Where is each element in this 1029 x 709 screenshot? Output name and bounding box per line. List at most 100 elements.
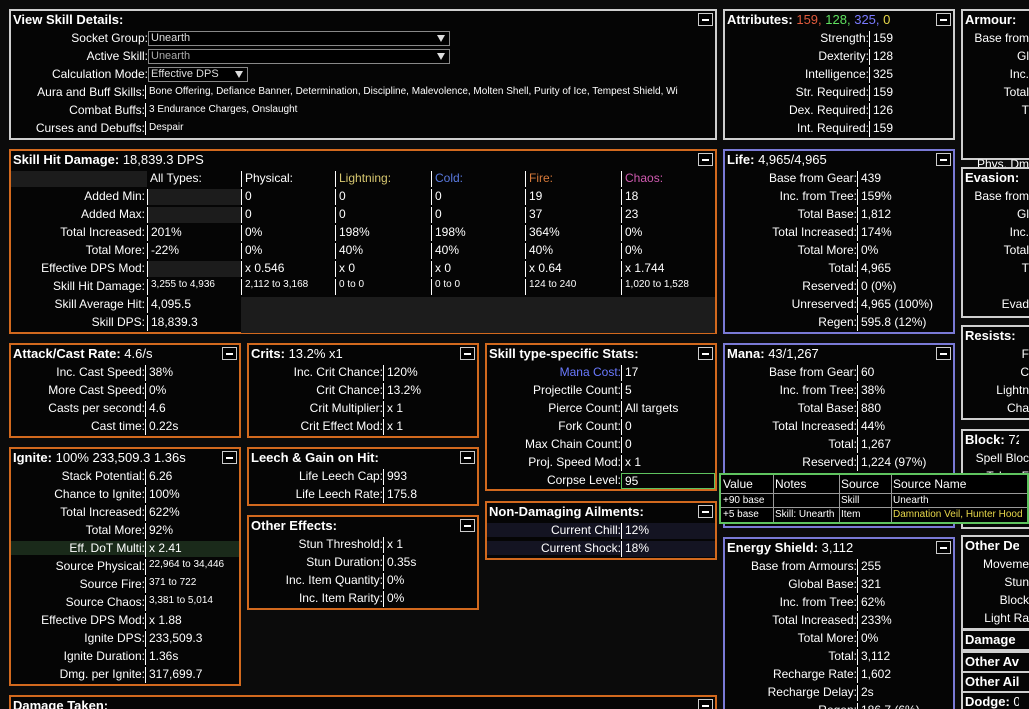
- other-avoidance-panel: Other Ave: [961, 651, 1029, 673]
- skill-hit-title: Skill Hit Damage:: [13, 152, 120, 167]
- stat-label: Recharge Rate:: [772, 667, 857, 681]
- damage-value: 40%: [431, 243, 525, 259]
- panel-title: Block: 72: [965, 432, 1019, 448]
- crits-value: 13.2% x1: [288, 346, 343, 361]
- collapse-button[interactable]: [936, 541, 951, 554]
- collapse-button[interactable]: [698, 153, 713, 166]
- empty-cell: [241, 315, 715, 333]
- stat-value: x 1: [383, 401, 477, 417]
- tooltip-cell: Unearth: [893, 495, 929, 506]
- evasion-cutoff-label: Gl: [1017, 207, 1029, 221]
- header-spacer: [11, 171, 147, 187]
- damage-value: 1,020 to 1,528: [621, 279, 715, 295]
- panel-title: Damage A: [965, 632, 1019, 647]
- damage-value: 364%: [525, 225, 621, 241]
- stat-value: 3,112: [857, 649, 953, 665]
- stat-label: Effective DPS Mod:: [41, 613, 145, 627]
- panel-title: Crits: 13.2% x1: [251, 346, 457, 362]
- tooltip-cell: +90 base: [723, 495, 765, 506]
- stat-label: Total More:: [85, 523, 145, 537]
- damage-value: 0: [431, 207, 525, 223]
- tooltip-divider: [839, 475, 840, 522]
- collapse-button[interactable]: [460, 347, 475, 360]
- stat-label: Recharge Delay:: [767, 685, 857, 699]
- collapse-button[interactable]: [936, 13, 951, 26]
- attack-rate-value: 4.6/s: [124, 346, 153, 361]
- dodge-panel: Dodge: 0: [961, 691, 1029, 709]
- stat-label: Dmg. per Ignite:: [59, 667, 145, 681]
- stat-value: 622%: [145, 505, 239, 521]
- damage-value: 2,112 to 3,168: [241, 279, 335, 295]
- stat-value: 60: [857, 365, 953, 381]
- stat-label: Inc. from Tree:: [779, 383, 857, 397]
- empty-cell: [241, 297, 715, 315]
- collapse-button[interactable]: [936, 153, 951, 166]
- collapse-button[interactable]: [936, 347, 951, 360]
- damage-type-header: Lightning:: [335, 171, 431, 187]
- stat-value: 0 (0%): [857, 279, 953, 295]
- damage-value: -22%: [147, 243, 241, 259]
- combat-buffs-value: 3 Endurance Charges, Onslaught: [145, 103, 715, 117]
- stat-breakdown-tooltip: Value Notes Source Source Name +90 base Skill…: [719, 473, 1029, 524]
- active-skill-select[interactable]: Unearth: [148, 49, 450, 64]
- damage-value: 18: [621, 189, 715, 205]
- stat-label: Regen:: [818, 315, 857, 329]
- tooltip-divider: [721, 507, 1027, 508]
- tooltip-header: Source: [841, 477, 880, 491]
- damage-value: 201%: [147, 225, 241, 241]
- stat-label: Total Base:: [797, 207, 857, 221]
- attr-dex-total: 128,: [825, 12, 851, 27]
- damage-value: 0: [241, 207, 335, 223]
- damage-value: x 0.546: [241, 261, 335, 277]
- stat-value: 2s: [857, 685, 953, 701]
- stat-value: 317,699.7: [145, 667, 239, 683]
- stat-value: 159: [869, 121, 953, 137]
- damage-value: 0%: [621, 225, 715, 241]
- stat-label: Stun Threshold:: [298, 537, 384, 551]
- collapse-button[interactable]: [460, 519, 475, 532]
- damage-value: 198%: [335, 225, 431, 241]
- collapse-button[interactable]: [222, 451, 237, 464]
- panel-title: Other Effects:: [251, 518, 337, 533]
- crits-panel: Crits: 13.2% x1 Inc. Crit Chance: 120% Cri…: [247, 343, 479, 438]
- collapse-button[interactable]: [698, 347, 713, 360]
- es-title: Energy Shield:: [727, 540, 819, 555]
- stat-value: x 1: [383, 537, 477, 553]
- damage-row-label: Skill Average Hit:: [54, 297, 146, 311]
- block-title: Block:: [965, 432, 1005, 447]
- curses-label: Curses and Debuffs:: [35, 121, 145, 135]
- curses-value: Despair: [145, 121, 715, 135]
- stat-label: Reserved:: [802, 279, 857, 293]
- dodge-value: 0: [1013, 694, 1019, 709]
- panel-title: Attributes: 159, 128, 325, 0: [727, 12, 933, 28]
- stat-label: Current Shock:: [487, 541, 621, 555]
- stat-label: Crit Multiplier:: [309, 401, 383, 415]
- stat-label: Current Chill:: [487, 523, 621, 537]
- socket-group-select[interactable]: Unearth: [148, 31, 450, 46]
- tooltip-cell: Damnation Veil, Hunter Hood: [893, 509, 1023, 520]
- stat-label: Stun Duration:: [306, 555, 383, 569]
- damage-row-label: Skill Hit Damage:: [52, 279, 145, 293]
- stat-label: Pierce Count:: [548, 401, 621, 415]
- stat-value: x 1: [383, 419, 477, 435]
- combat-buffs-label: Combat Buffs:: [69, 103, 145, 117]
- tooltip-divider: [891, 475, 892, 522]
- skill-hit-value: 18,839.3 DPS: [122, 152, 204, 167]
- other_def-cutoff-label: Stun: [1004, 575, 1029, 589]
- active-skill-label: Active Skill:: [86, 49, 148, 63]
- stat-label: Total:: [828, 437, 857, 451]
- skill-type-stats-panel: Skill type-specific Stats: Mana Cost: 17 P…: [485, 343, 717, 491]
- stat-label: Base from Gear:: [768, 365, 857, 379]
- es-value: 3,112: [821, 540, 854, 555]
- stat-value: 38%: [145, 365, 239, 381]
- calc-mode-select[interactable]: Effective DPS: [148, 67, 248, 82]
- collapse-button[interactable]: [222, 347, 237, 360]
- armour-panel: Armour: 4 Base fromGlInc.TotalTPhys. Dm: [961, 9, 1029, 171]
- damage-value: 19: [525, 189, 621, 205]
- collapse-button[interactable]: [698, 13, 713, 26]
- collapse-button[interactable]: [698, 505, 713, 518]
- energy-shield-panel: Energy Shield: 3,112 Base from Armours: 2…: [723, 537, 955, 709]
- collapse-button[interactable]: [460, 451, 475, 464]
- damage-value: 0: [335, 189, 431, 205]
- collapse-button[interactable]: [698, 699, 713, 709]
